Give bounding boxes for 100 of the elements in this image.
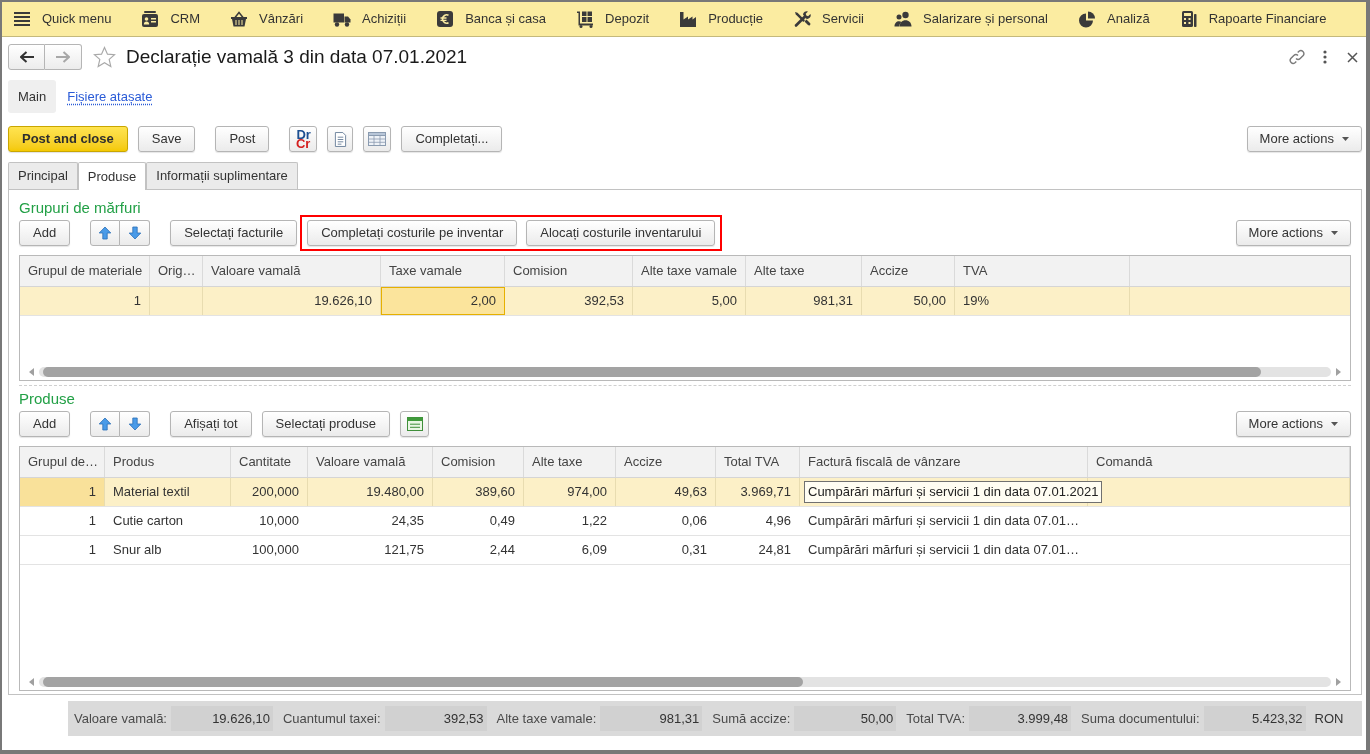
data-table[interactable]: Grupul de materiale Orig… Valoare vamală Taxe vamale Comision Alte taxe vamale Alte taxe Accize TVA 1 19.626,10 2,00 392,53 5,00 981,31 50,00 19% <box>19 255 1351 381</box>
column-header[interactable]: Factură fiscală de vânzare <box>800 447 1088 477</box>
scroll-right-icon[interactable] <box>1336 677 1341 686</box>
toolbar-button[interactable]: Save <box>137 126 196 152</box>
menu-item[interactable]: Servicii <box>793 2 864 36</box>
scroll-left-icon[interactable] <box>29 367 34 376</box>
column-header[interactable]: Accize <box>862 256 955 286</box>
table-cell-text: Snur alb <box>112 541 163 560</box>
view-link[interactable]: Fișiere atașate <box>67 80 153 113</box>
column-header[interactable]: Alte taxe vamale <box>633 256 746 286</box>
toolbar-button[interactable]: Completați... <box>401 126 503 152</box>
table-icon <box>368 132 387 146</box>
debit-credit-button[interactable]: Dr Cr <box>289 126 318 152</box>
column-header[interactable]: Cantitate <box>231 447 308 477</box>
move-down-button[interactable] <box>120 411 151 437</box>
currency-label: RON <box>1314 709 1344 728</box>
menu-icon <box>13 10 31 28</box>
column-header[interactable]: Alte taxe <box>524 447 616 477</box>
table-cell-text: 0,06 <box>680 512 708 531</box>
table-cell-text: 1,22 <box>580 512 608 531</box>
column-header[interactable]: Valoare vamală <box>203 256 381 286</box>
euro-icon <box>436 10 455 28</box>
primary-button[interactable]: Post and close <box>8 126 128 152</box>
toolbar-button[interactable]: Completați costurile pe inventar <box>307 220 518 246</box>
toolbar-button[interactable]: Post <box>215 126 270 152</box>
arrow-left-icon <box>19 51 34 63</box>
report-button[interactable] <box>327 126 354 152</box>
column-header[interactable]: Accize <box>616 447 716 477</box>
table-cell-text: 6,09 <box>580 541 608 560</box>
hand-cart-icon <box>576 10 595 28</box>
form-tab[interactable]: Produse <box>77 162 147 190</box>
column-header[interactable]: Comision <box>433 447 524 477</box>
data-table[interactable] <box>19 446 1351 691</box>
column-header[interactable]: Taxe vamale <box>381 256 505 286</box>
scrollbar-track[interactable] <box>39 676 1331 687</box>
toolbar-button[interactable]: Add <box>19 411 71 437</box>
arrow-down-icon <box>127 417 142 431</box>
form-tab[interactable]: Principal <box>8 162 78 189</box>
table-cell-text: 2,44 <box>488 541 516 560</box>
scroll-right-icon[interactable] <box>1336 367 1341 376</box>
menu-item[interactable]: Salarizare și personal <box>894 2 1048 36</box>
table-cell: 19% <box>955 287 1130 315</box>
toolbar-button[interactable]: Add <box>19 220 71 246</box>
column-header[interactable]: Valoare vamală <box>308 447 433 477</box>
back-button[interactable] <box>8 44 45 70</box>
basket-icon <box>230 10 248 28</box>
column-header[interactable]: Total TVA <box>716 447 800 477</box>
more-actions-button[interactable]: More actions <box>1235 411 1351 437</box>
table-cell: 3.969,71 <box>716 478 800 506</box>
arrow-right-icon <box>56 51 70 63</box>
table-row[interactable]: 1 Material textil 200,000 19.480,00 389,60 974,00 49,63 3.969,71 Cumpărări mărfuri și servicii 1 din data 07.01.2021 <box>20 478 1350 507</box>
menu-item[interactable]: Quick menu <box>13 2 112 36</box>
column-header[interactable]: Grupul de materiale <box>20 256 150 286</box>
more-options-icon[interactable] <box>1323 50 1327 64</box>
table-button[interactable] <box>363 126 392 152</box>
more-actions-button[interactable]: More actions <box>1246 126 1362 152</box>
table-cell-text: 100,000 <box>251 541 300 560</box>
toolbar-button[interactable]: Selectați facturile <box>170 220 298 246</box>
toolbar-button[interactable]: Afișați tot <box>170 411 252 437</box>
column-header[interactable]: Orig… <box>150 256 203 286</box>
arrow-down-icon <box>127 226 142 240</box>
column-header[interactable]: Comision <box>505 256 633 286</box>
move-up-button[interactable] <box>90 411 121 437</box>
pie-chart-icon <box>1078 10 1096 28</box>
star-icon[interactable] <box>93 45 116 69</box>
move-down-button[interactable] <box>120 220 151 246</box>
table-cell-text: Cumpărări mărfuri și servicii 1 din data 07.01… <box>807 512 1080 531</box>
menu-item[interactable]: Rapoarte Financiare <box>1179 2 1327 36</box>
menu-item[interactable]: Depozit <box>576 2 650 36</box>
move-up-button[interactable] <box>90 220 121 246</box>
link-icon[interactable] <box>1289 49 1305 65</box>
total-label: Suma documentului: <box>1081 709 1200 728</box>
column-header[interactable]: Alte taxe <box>746 256 862 286</box>
toolbar-button[interactable]: Selectați produse <box>261 411 391 437</box>
scrollbar-thumb[interactable] <box>43 676 803 687</box>
scroll-left-icon[interactable] <box>29 677 34 686</box>
menu-item[interactable]: Producție <box>679 2 764 36</box>
column-header[interactable]: TVA <box>955 256 1130 286</box>
table-cell-text: Cutie carton <box>112 512 185 531</box>
total-value: 50,00 <box>794 706 897 731</box>
view-tab[interactable]: Main <box>8 80 57 113</box>
toolbar-button[interactable]: Alocați costurile inventarului <box>526 220 716 246</box>
column-header[interactable]: Produs <box>105 447 231 477</box>
menu-item[interactable]: CRM <box>141 2 200 36</box>
menu-item[interactable]: Banca și casa <box>436 2 547 36</box>
form-tab[interactable]: Informații suplimentare <box>146 162 298 189</box>
total-label: Alte taxe vamale: <box>496 709 597 728</box>
menu-item[interactable]: Achiziții <box>333 2 407 36</box>
table-cell-text: 0,31 <box>680 541 708 560</box>
total-value: 5.423,32 <box>1203 706 1306 731</box>
table-cell: 19.480,00 <box>308 478 433 506</box>
close-icon[interactable] <box>1347 51 1358 63</box>
more-actions-button[interactable]: More actions <box>1235 220 1351 246</box>
table-row[interactable]: 1 19.626,10 2,00 392,53 5,00 981,31 50,00 19% <box>20 287 1350 316</box>
column-header[interactable]: Comandă <box>1088 447 1350 477</box>
table-cell: 50,00 <box>862 287 955 315</box>
menu-item[interactable]: Analiză <box>1078 2 1150 36</box>
column-header[interactable]: Grupul de… <box>20 447 105 477</box>
table-button[interactable] <box>400 411 430 437</box>
menu-item[interactable]: Vânzări <box>230 2 304 36</box>
